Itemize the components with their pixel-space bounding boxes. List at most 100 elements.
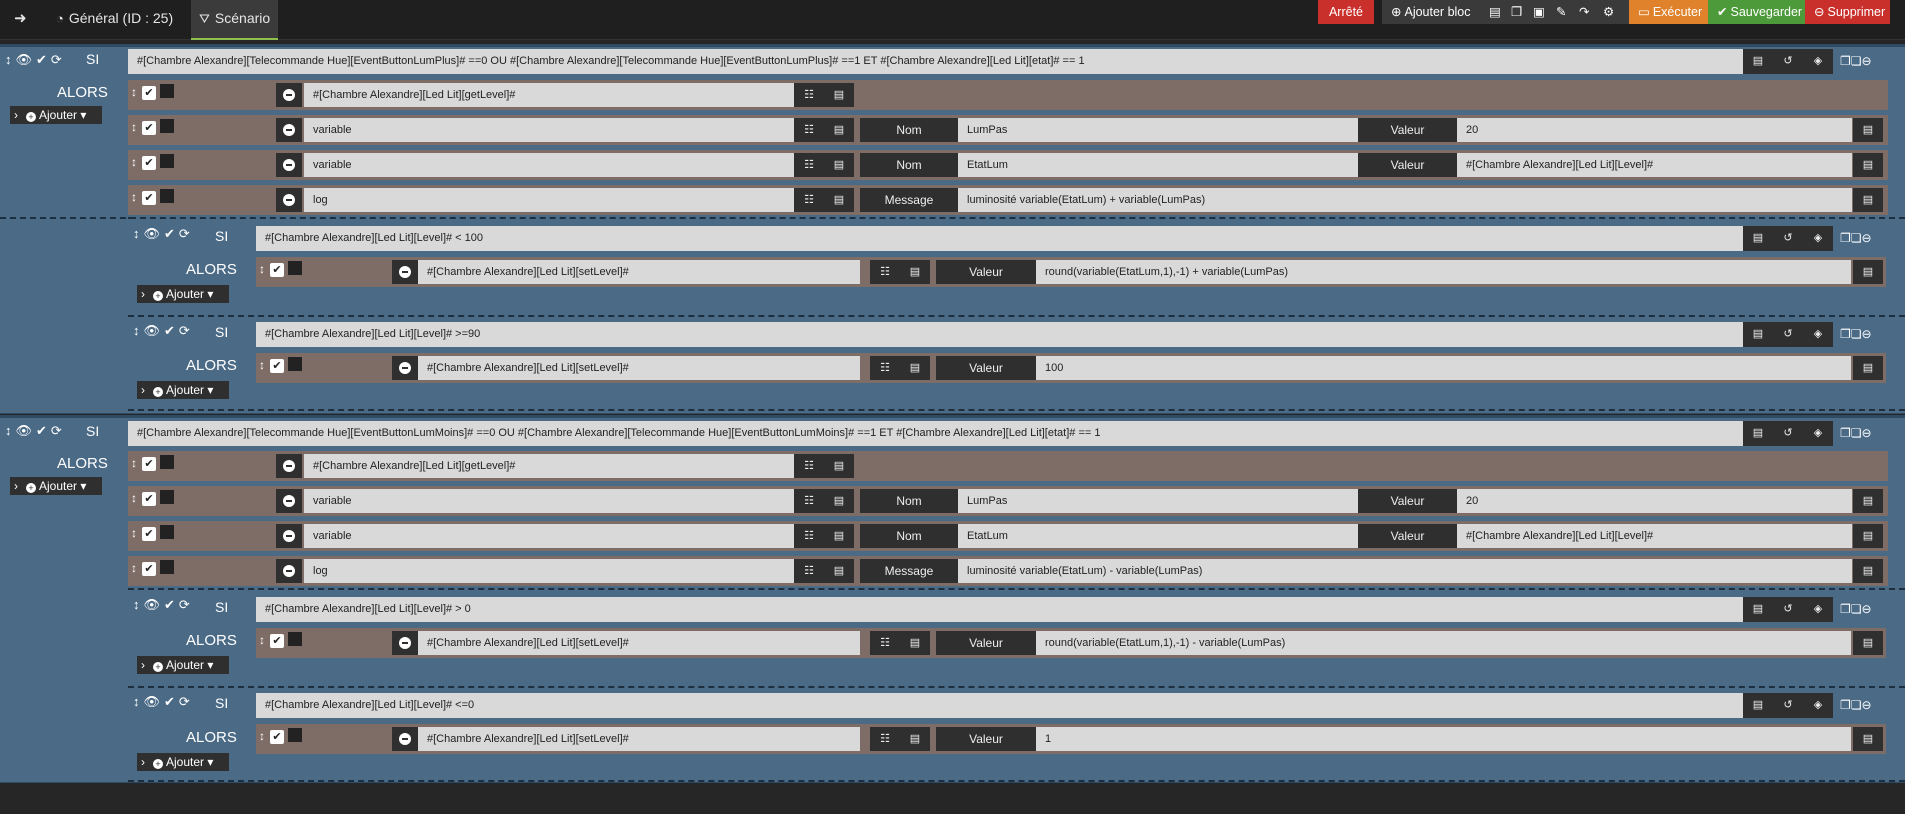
valeur-field[interactable]: round(variable(EtatLum,1),-1) + variable… (1036, 260, 1851, 284)
options-button[interactable]: ☷ (870, 631, 900, 655)
add-block-button[interactable]: ⊕ Ajouter bloc (1382, 0, 1480, 24)
message-field[interactable]: luminosité variable(EtatLum) + variable(… (958, 188, 1852, 212)
block-end-icons[interactable]: ❐❏⊖ (1840, 421, 1872, 446)
condition-field[interactable]: #[Chambre Alexandre][Led Lit][Level]# >=… (256, 322, 1743, 347)
move-icon[interactable]: ↕ (131, 120, 137, 134)
enable-checkbox[interactable]: ✔ (142, 121, 156, 135)
command-field[interactable]: variable (304, 118, 794, 142)
remove-action-button[interactable] (392, 260, 418, 284)
paste-icon[interactable]: ❏ (1851, 54, 1862, 68)
history-button[interactable]: ↺ (1773, 693, 1803, 718)
list-button[interactable]: ▤ (1853, 631, 1883, 655)
options-button[interactable]: ☷ (870, 727, 900, 751)
list-button[interactable]: ▤ (824, 524, 854, 548)
check-icon[interactable]: ✔ (164, 226, 175, 242)
move-icon[interactable]: ↕ (5, 52, 12, 67)
command-field[interactable]: #[Chambre Alexandre][Led Lit][setLevel]# (418, 260, 860, 284)
parallel-checkbox[interactable] (288, 261, 302, 275)
condition-field[interactable]: #[Chambre Alexandre][Led Lit][Level]# < … (256, 226, 1743, 251)
enable-checkbox[interactable]: ✔ (142, 86, 156, 100)
refresh-icon[interactable]: ⟳ (179, 694, 190, 710)
eye-icon[interactable]: 👁 (144, 323, 161, 339)
paste-icon[interactable]: ❏ (1851, 698, 1862, 712)
paste-icon[interactable]: ❏ (1851, 231, 1862, 245)
list-button[interactable]: ▤ (1853, 356, 1883, 380)
copy-icon[interactable]: ❐ (1840, 602, 1851, 616)
parallel-checkbox[interactable] (160, 490, 174, 504)
move-icon[interactable]: ↕ (131, 526, 137, 540)
condition-field[interactable]: #[Chambre Alexandre][Led Lit][Level]# > … (256, 597, 1743, 622)
move-icon[interactable]: ↕ (133, 694, 140, 709)
command-field[interactable]: variable (304, 524, 794, 548)
enable-checkbox[interactable]: ✔ (142, 492, 156, 506)
list-button[interactable]: ▤ (1853, 524, 1883, 548)
remove-action-button[interactable] (276, 559, 302, 583)
list-button[interactable]: ▤ (1853, 260, 1883, 284)
command-field[interactable]: #[Chambre Alexandre][Led Lit][getLevel]# (304, 454, 794, 478)
enable-checkbox[interactable]: ✔ (270, 634, 284, 648)
enable-checkbox[interactable]: ✔ (142, 527, 156, 541)
list-button[interactable]: ▤ (1743, 421, 1773, 446)
cube-button[interactable]: ◈ (1803, 421, 1833, 446)
remove-action-button[interactable] (276, 524, 302, 548)
parallel-checkbox[interactable] (160, 189, 174, 203)
move-icon[interactable]: ↕ (131, 561, 137, 575)
sitemap-button[interactable]: ⚙ (1594, 0, 1623, 24)
remove-icon[interactable]: ⊖ (1862, 426, 1872, 440)
refresh-icon[interactable]: ⟳ (179, 597, 190, 613)
remove-action-button[interactable] (276, 188, 302, 212)
list-button[interactable]: ▤ (824, 153, 854, 177)
execute-button[interactable]: ▭ Exécuter (1629, 0, 1708, 24)
options-button[interactable]: ☷ (794, 153, 824, 177)
history-button[interactable]: ↺ (1773, 421, 1803, 446)
block-end-icons[interactable]: ❐❏⊖ (1840, 49, 1872, 74)
move-icon[interactable]: ↕ (131, 491, 137, 505)
command-field[interactable]: variable (304, 489, 794, 513)
parallel-checkbox[interactable] (288, 728, 302, 742)
list-button[interactable]: ▤ (824, 83, 854, 107)
remove-action-button[interactable] (276, 454, 302, 478)
options-button[interactable]: ☷ (794, 118, 824, 142)
enable-checkbox[interactable]: ✔ (270, 359, 284, 373)
refresh-icon[interactable]: ⟳ (51, 52, 62, 68)
remove-action-button[interactable] (276, 118, 302, 142)
back-button[interactable]: ➜ (14, 0, 27, 40)
parallel-checkbox[interactable] (160, 154, 174, 168)
nom-field[interactable]: LumPas (958, 489, 1358, 513)
list-button[interactable]: ▤ (1743, 322, 1773, 347)
cube-button[interactable]: ◈ (1803, 226, 1833, 251)
remove-icon[interactable]: ⊖ (1862, 602, 1872, 616)
copy-icon[interactable]: ❐ (1840, 231, 1851, 245)
parallel-checkbox[interactable] (160, 119, 174, 133)
list-button[interactable]: ▤ (900, 260, 930, 284)
parallel-checkbox[interactable] (160, 525, 174, 539)
remove-icon[interactable]: ⊖ (1862, 698, 1872, 712)
valeur-field[interactable]: #[Chambre Alexandre][Led Lit][Level]# (1457, 524, 1852, 548)
list-button[interactable]: ▤ (1853, 727, 1883, 751)
options-button[interactable]: ☷ (794, 454, 824, 478)
list-button[interactable]: ▤ (1853, 489, 1883, 513)
check-icon[interactable]: ✔ (36, 423, 47, 439)
remove-action-button[interactable] (392, 727, 418, 751)
cube-button[interactable]: ◈ (1803, 322, 1833, 347)
paste-icon[interactable]: ❏ (1851, 327, 1862, 341)
check-icon[interactable]: ✔ (164, 694, 175, 710)
move-icon[interactable]: ↕ (131, 85, 137, 99)
remove-icon[interactable]: ⊖ (1862, 231, 1872, 245)
move-icon[interactable]: ↕ (133, 226, 140, 241)
valeur-field[interactable]: 100 (1036, 356, 1851, 380)
command-field[interactable]: variable (304, 153, 794, 177)
list-button[interactable]: ▤ (900, 727, 930, 751)
remove-action-button[interactable] (276, 83, 302, 107)
add-dropdown[interactable]: › + Ajouter ▾ (137, 656, 229, 674)
move-icon[interactable]: ↕ (259, 729, 265, 743)
command-field[interactable]: #[Chambre Alexandre][Led Lit][setLevel]# (418, 631, 860, 655)
block-end-icons[interactable]: ❐❏⊖ (1840, 693, 1872, 718)
eye-icon[interactable]: 👁 (16, 52, 33, 68)
eye-icon[interactable]: 👁 (16, 423, 33, 439)
check-icon[interactable]: ✔ (164, 323, 175, 339)
block-end-icons[interactable]: ❐❏⊖ (1840, 597, 1872, 622)
remove-action-button[interactable] (392, 631, 418, 655)
parallel-checkbox[interactable] (160, 84, 174, 98)
list-button[interactable]: ▤ (1853, 153, 1883, 177)
